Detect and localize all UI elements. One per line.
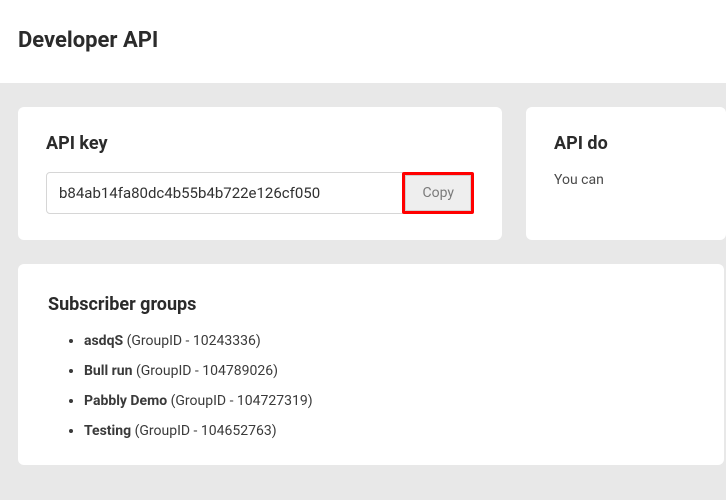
lower-content: Subscriber groups asdqS (GroupID - 10243… <box>0 264 726 489</box>
group-name: asdqS <box>84 333 123 349</box>
groups-title: Subscriber groups <box>48 294 694 315</box>
group-name: Testing <box>84 423 131 439</box>
api-docs-title: API do <box>554 133 698 154</box>
list-item: Testing (GroupID - 104652763) <box>84 423 694 439</box>
group-name: Bull run <box>84 363 132 379</box>
group-id: (GroupID - 104789026) <box>132 363 277 379</box>
group-id: (GroupID - 10243336) <box>123 333 261 349</box>
copy-button-highlight: Copy <box>402 172 474 214</box>
api-docs-card: API do You can <box>526 107 726 240</box>
api-key-input[interactable] <box>46 172 403 214</box>
subscriber-groups-card: Subscriber groups asdqS (GroupID - 10243… <box>18 264 724 465</box>
group-id: (GroupID - 104652763) <box>131 423 276 439</box>
group-name: Pabbly Demo <box>84 393 167 409</box>
api-key-card: API key Copy <box>18 107 502 240</box>
api-docs-text: You can <box>554 172 698 188</box>
content-row: API key Copy API do You can <box>0 83 726 264</box>
group-id: (GroupID - 104727319) <box>167 393 312 409</box>
list-item: Bull run (GroupID - 104789026) <box>84 363 694 379</box>
api-key-input-group: Copy <box>46 172 474 214</box>
page-header: Developer API <box>0 0 726 83</box>
groups-list: asdqS (GroupID - 10243336) Bull run (Gro… <box>48 333 694 439</box>
copy-button[interactable]: Copy <box>405 175 471 211</box>
api-key-title: API key <box>46 133 474 154</box>
list-item: asdqS (GroupID - 10243336) <box>84 333 694 349</box>
page-title: Developer API <box>18 28 708 53</box>
list-item: Pabbly Demo (GroupID - 104727319) <box>84 393 694 409</box>
